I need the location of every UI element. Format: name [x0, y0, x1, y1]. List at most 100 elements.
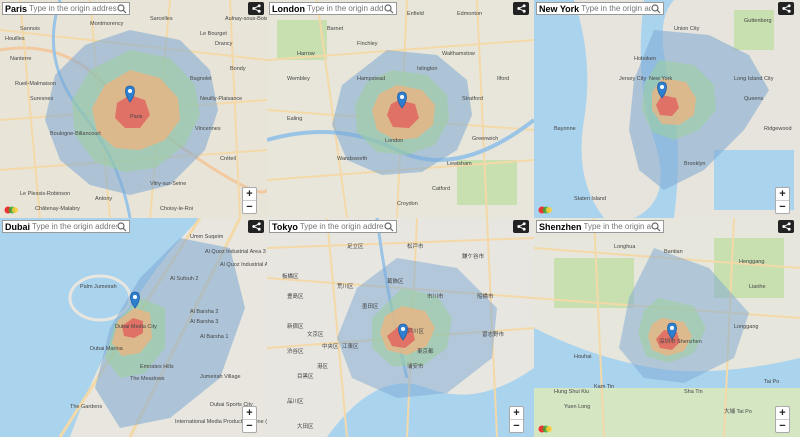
search-icon[interactable]	[651, 221, 661, 232]
place-label: Ilford	[497, 76, 509, 82]
place-label: 文京区	[307, 330, 324, 338]
search-icon[interactable]	[651, 3, 661, 14]
origin-address-input[interactable]	[583, 222, 651, 231]
place-label: Al Barsha 3	[190, 319, 218, 325]
map-panel-dubai[interactable]: Umm Suqeim Al Quoz Industrial Area 3 Al Qu…	[0, 218, 267, 437]
place-label: Bayonne	[554, 126, 576, 132]
place-label: Staten Island	[574, 196, 606, 202]
place-label: 習志野市	[482, 330, 505, 338]
place-label: Neuilly-Plaisance	[200, 96, 242, 102]
map-panel-london[interactable]: Enfield Edmonton Barnet Finchley Walthamstow…	[267, 0, 534, 218]
place-label: Paris	[130, 114, 143, 120]
city-label: Dubai	[5, 221, 31, 232]
place-label: Sarcelles	[150, 16, 173, 22]
map-panel-shenzhen[interactable]: Longhua Bantian Henggang Longgang 深圳市 Shenzh…	[534, 218, 800, 437]
map-panel-paris[interactable]: Sannois Montmorency Sarcelles Le Bourget Dra…	[0, 0, 267, 218]
place-label: Henggang	[739, 259, 764, 265]
zoom-in-button[interactable]: +	[510, 407, 523, 419]
zoom-in-button[interactable]: +	[243, 407, 256, 419]
place-label: Rueil-Malmaison	[15, 81, 56, 87]
place-label: Sha Tin	[684, 389, 703, 395]
zoom-control: + −	[242, 187, 257, 214]
place-label: Le Bourget	[200, 31, 227, 37]
place-label: Wembley	[287, 76, 310, 82]
place-label: Choisy-le-Roi	[160, 206, 193, 212]
place-label: Bondy	[230, 66, 246, 72]
place-label: Catford	[432, 186, 450, 192]
search-bar: Shenzhen	[536, 220, 664, 233]
zoom-out-button[interactable]: −	[510, 419, 523, 432]
search-icon[interactable]	[117, 3, 127, 14]
place-label: 市川市	[427, 292, 444, 300]
place-label: Finchley	[357, 41, 378, 47]
search-icon[interactable]	[384, 221, 394, 232]
place-label: Palm Jumeirah	[80, 284, 117, 290]
map-view[interactable]: Longhua Bantian Henggang Longgang 深圳市 Shenzh…	[534, 218, 800, 437]
origin-marker-dot	[670, 326, 674, 330]
place-label: Boulogne-Billancourt	[50, 131, 101, 137]
origin-address-input[interactable]	[29, 4, 117, 13]
place-label: London	[385, 138, 403, 144]
place-label: 板橋区	[282, 272, 299, 280]
zoom-in-button[interactable]: +	[243, 188, 256, 200]
share-button[interactable]	[513, 220, 529, 233]
share-button[interactable]	[778, 220, 794, 233]
place-label: 東京都	[417, 347, 434, 355]
place-label: 葛飾区	[387, 277, 404, 285]
place-label: Montmorency	[90, 21, 124, 27]
origin-address-input[interactable]	[307, 4, 384, 13]
place-label: 松戸市	[407, 242, 424, 250]
origin-address-input[interactable]	[581, 4, 651, 13]
origin-marker-dot	[128, 89, 132, 93]
place-label: Kam Tin	[594, 384, 614, 390]
zoom-in-button[interactable]: +	[776, 188, 789, 200]
map-panel-new-york[interactable]: Guttenberg Union City Jersey City New York B…	[534, 0, 800, 218]
share-button[interactable]	[513, 2, 529, 15]
place-label: Umm Suqeim	[190, 234, 224, 240]
place-label: 新宿区	[287, 322, 304, 330]
place-label: Guttenberg	[744, 18, 772, 24]
share-button[interactable]	[248, 220, 264, 233]
place-label: Al Sufouh 2	[170, 276, 198, 282]
place-label: Walthamstow	[442, 51, 475, 57]
zoom-out-button[interactable]: −	[776, 419, 789, 432]
zoom-out-button[interactable]: −	[243, 200, 256, 213]
place-label: 荒川区	[337, 282, 354, 290]
map-grid: Sannois Montmorency Sarcelles Le Bourget Dra…	[0, 0, 800, 437]
place-label: Queens	[744, 96, 764, 102]
place-label: Al Barsha 1	[200, 334, 228, 340]
map-panel-tokyo[interactable]: 足立区 松戸市 鎌ケ谷市 板橋区 荒川区 葛飾区 豊島区 墨田区 市川市 船橋市 新宿区 文京区 江戸川…	[267, 218, 534, 437]
zoom-in-button[interactable]: +	[776, 407, 789, 419]
app-logo-icon	[538, 206, 552, 214]
place-label: 船橋市	[477, 292, 494, 300]
place-label: Longgang	[734, 324, 758, 330]
place-label: Longhua	[614, 244, 636, 250]
place-label: 大埔 Tai Po	[724, 407, 752, 415]
origin-address-input[interactable]	[299, 222, 384, 231]
place-label: Barnet	[327, 26, 344, 32]
map-view[interactable]: 足立区 松戸市鎌ケ谷市板橋区荒川区葛飾区豊島区墨田区市川市 船橋市新宿区文京区 江戸川…	[267, 218, 534, 437]
search-icon[interactable]	[384, 3, 394, 14]
place-label: 浦安市	[407, 362, 424, 370]
place-label: The Gardens	[70, 404, 102, 410]
place-label: 江東区	[342, 342, 359, 350]
map-view[interactable]: GuttenbergUnion CityJersey City New YorkB…	[534, 0, 800, 218]
search-icon[interactable]	[117, 221, 127, 232]
share-button[interactable]	[248, 2, 264, 15]
place-label: Al Quoz Industrial Area 3	[205, 249, 266, 255]
zoom-out-button[interactable]: −	[776, 200, 789, 213]
place-label: Drancy	[215, 41, 233, 47]
map-view[interactable]: Enfield Edmonton Barnet Finchley Walthamstow…	[267, 0, 534, 218]
share-button[interactable]	[778, 2, 794, 15]
place-label: Tai Po	[764, 379, 779, 385]
map-view[interactable]: Umm Suqeim Al Quoz Industrial Area 3 Al Qu…	[0, 218, 267, 437]
origin-address-input[interactable]	[32, 222, 117, 231]
zoom-out-button[interactable]: −	[243, 419, 256, 432]
place-label: Dubai Marina	[90, 346, 124, 352]
search-bar: London	[269, 2, 397, 15]
map-view[interactable]: Sannois Montmorency Sarcelles Le Bourget Dra…	[0, 0, 267, 218]
place-label: Harrow	[297, 51, 315, 57]
origin-marker-dot	[660, 85, 664, 89]
place-label: 足立区	[347, 242, 364, 250]
city-label: Tokyo	[272, 221, 298, 232]
